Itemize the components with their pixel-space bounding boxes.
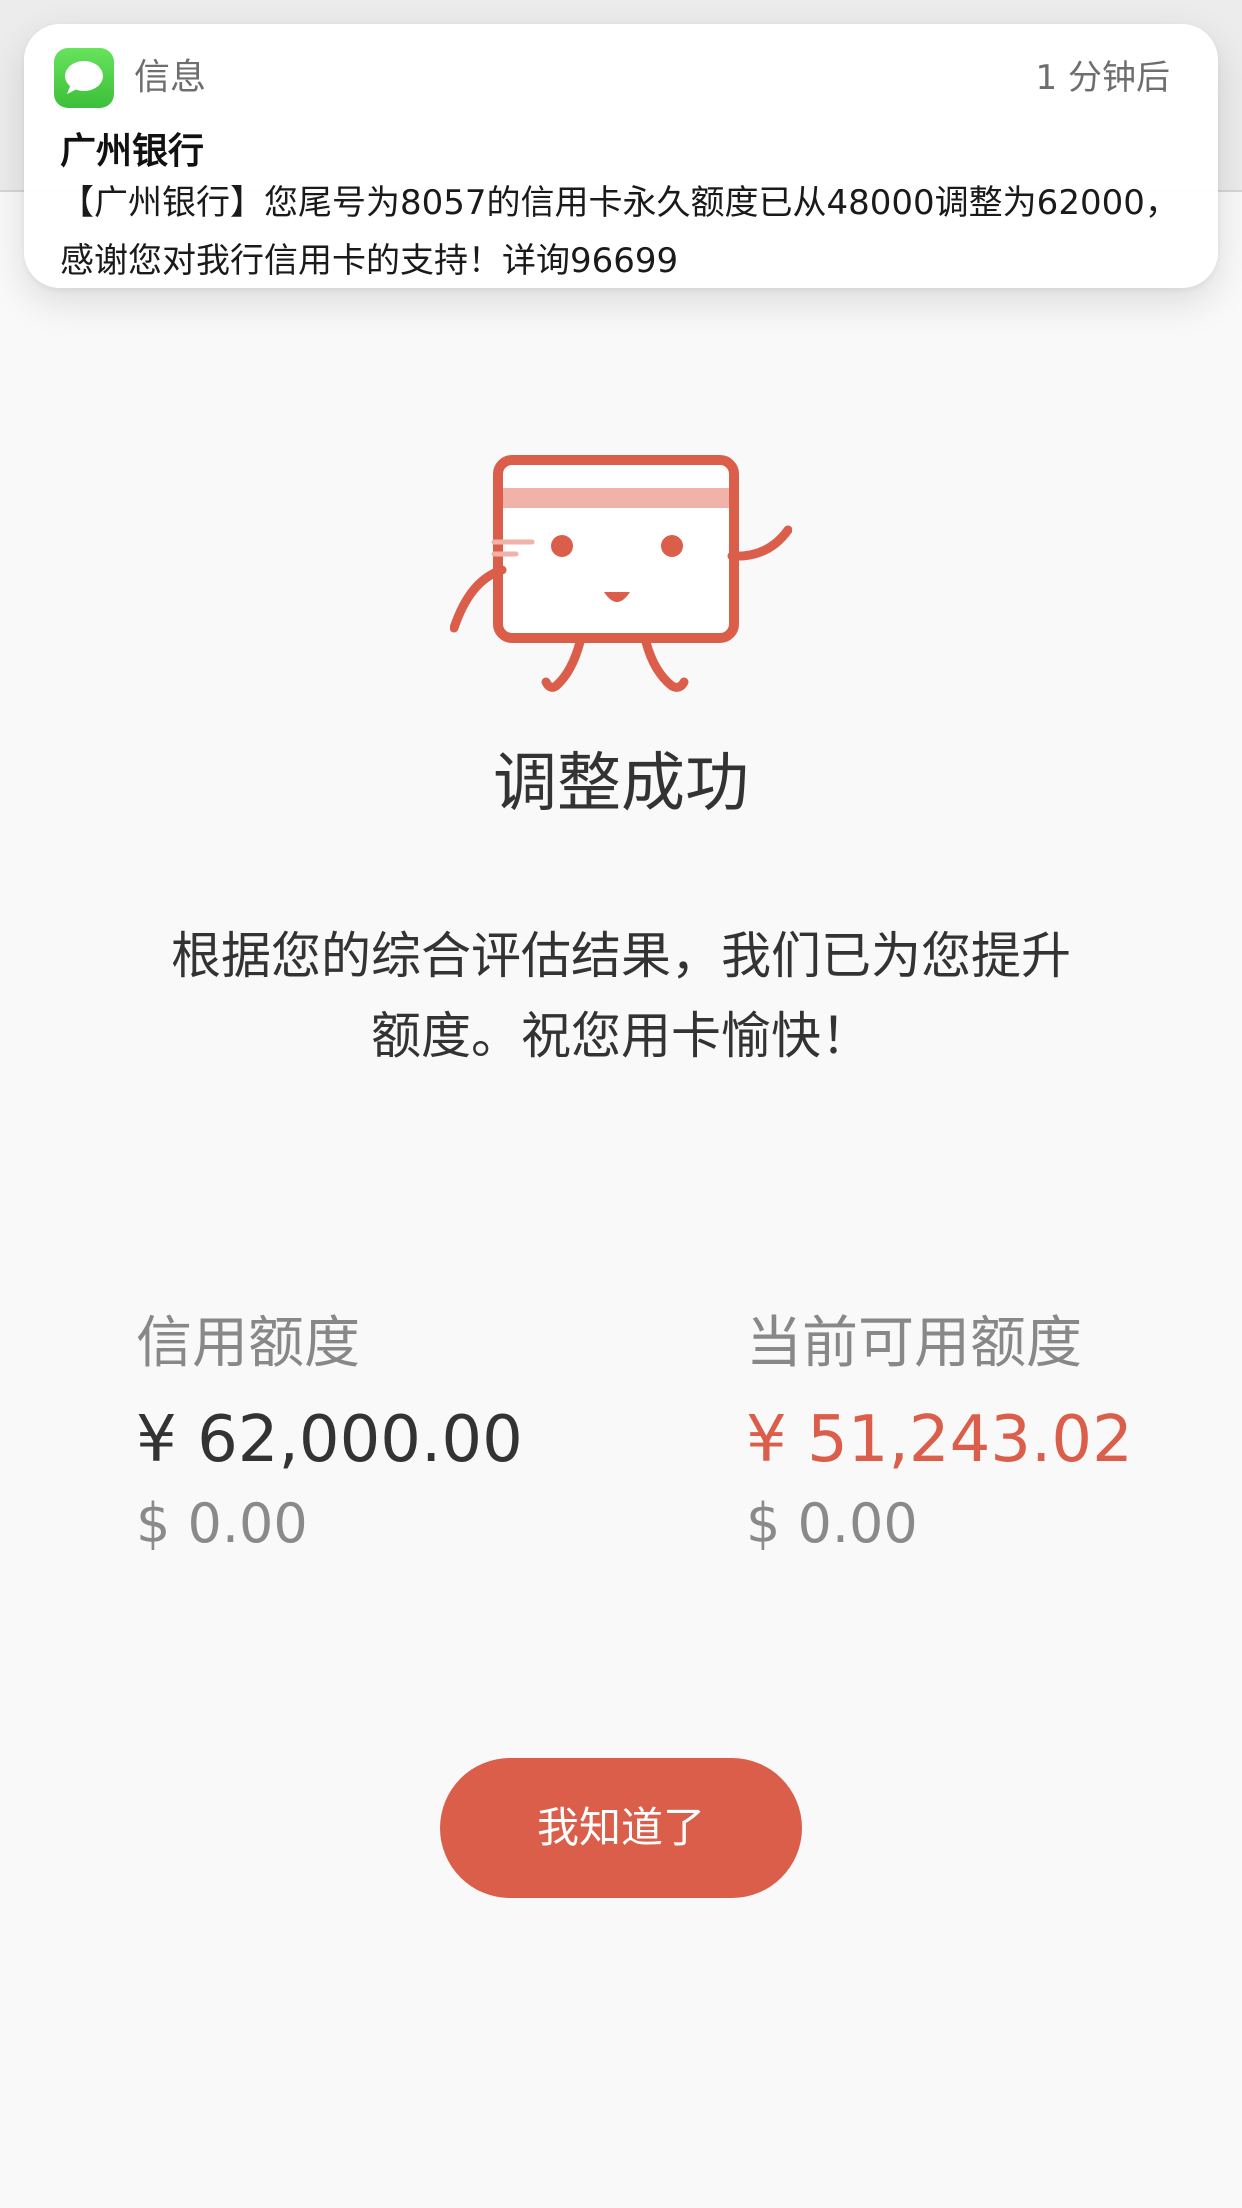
notification-time: 1 分钟后 xyxy=(1035,58,1170,98)
confirm-button[interactable]: 我知道了 xyxy=(440,1758,802,1898)
credit-limit-usd: $ 0.00 xyxy=(136,1492,308,1555)
notification-app-name: 信息 xyxy=(134,57,207,98)
credit-limit-section: 信用额度 ¥ 62,000.00 $ 0.00 xyxy=(136,1308,523,1556)
notification-title: 广州银行 xyxy=(60,131,205,172)
credit-limit-label: 信用额度 xyxy=(136,1311,360,1376)
credit-limit-cny: ¥ 62,000.00 xyxy=(136,1403,523,1477)
available-limit-usd: $ 0.00 xyxy=(746,1492,918,1555)
notification-body: 【广州银行】您尾号为8057的信用卡永久额度已从48000调整为62000，感谢… xyxy=(60,183,1179,281)
available-limit-section: 当前可用额度 ¥ 51,243.02 $ 0.00 xyxy=(746,1308,1133,1556)
credit-card-mascot-icon xyxy=(449,450,793,694)
message-notification[interactable]: 信息 1 分钟后 广州银行 【广州银行】您尾号为8057的信用卡永久额度已从48… xyxy=(24,24,1218,288)
page-title: 调整成功 xyxy=(493,747,749,821)
available-limit-cny: ¥ 51,243.02 xyxy=(746,1403,1133,1477)
result-description: 根据您的综合评估结果，我们已为您提升额度。祝您用卡愉快！ xyxy=(171,927,1071,1065)
available-limit-label: 当前可用额度 xyxy=(746,1311,1082,1376)
messages-icon xyxy=(54,48,114,108)
